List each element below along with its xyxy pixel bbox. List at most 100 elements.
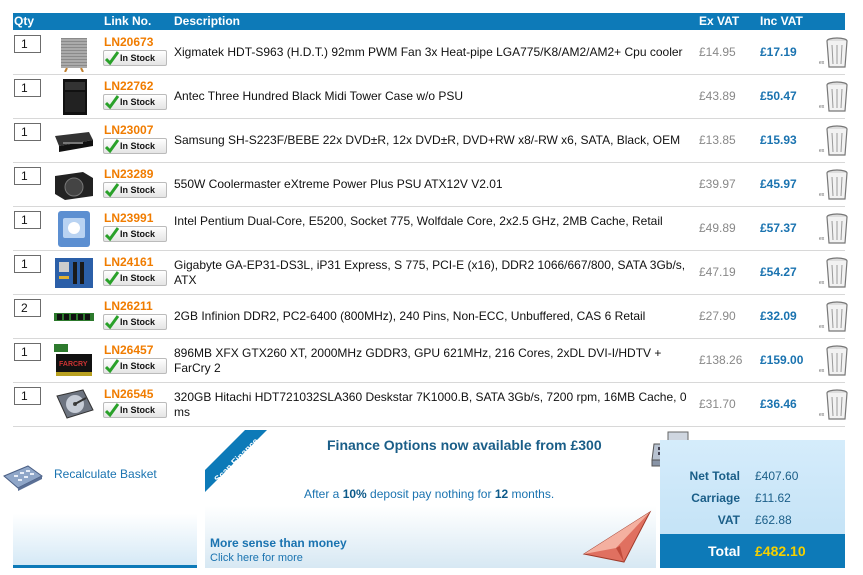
stock-badge: In Stock xyxy=(103,270,167,286)
stock-label: In Stock xyxy=(120,53,156,63)
dvd-drive-image[interactable] xyxy=(53,122,95,160)
trash-icon[interactable]: ex xyxy=(819,122,849,158)
price-ex-vat: £49.89 xyxy=(699,221,736,235)
product-description: Xigmatek HDT-S963 (H.D.T.) 92mm PWM Fan … xyxy=(174,45,683,59)
price-ex-vat: £43.89 xyxy=(699,89,736,103)
check-icon xyxy=(105,227,119,242)
product-description: 2GB Infinion DDR2, PC2-6400 (800MHz), 24… xyxy=(174,309,646,323)
product-link[interactable]: LN24161 xyxy=(104,255,153,269)
motherboard-image[interactable] xyxy=(53,254,95,292)
price-ex-vat: £14.95 xyxy=(699,45,736,59)
trash-icon[interactable]: ex xyxy=(819,342,849,378)
money-plane-icon xyxy=(582,510,652,563)
product-link[interactable]: LN23007 xyxy=(104,123,153,137)
stock-label: In Stock xyxy=(120,185,156,195)
price-inc-vat: £32.09 xyxy=(760,309,797,323)
quantity-input[interactable]: 1 xyxy=(14,343,41,361)
check-icon xyxy=(105,51,119,66)
psu-image[interactable] xyxy=(53,166,95,204)
net-total-value: £407.60 xyxy=(755,469,799,483)
scan-finance-ribbon: Scan Finance xyxy=(205,430,267,492)
price-inc-vat: £45.97 xyxy=(760,177,797,191)
product-link[interactable]: LN22762 xyxy=(104,79,153,93)
check-icon xyxy=(105,315,119,330)
price-ex-vat: £31.70 xyxy=(699,397,736,411)
col-link: Link No. xyxy=(104,14,152,28)
finance-click-link[interactable]: Click here for more xyxy=(210,552,303,564)
basket-row: 1 LN23991 In Stock Intel Pentium Dual-Co… xyxy=(13,207,848,251)
price-inc-vat: £17.19 xyxy=(760,45,797,59)
product-description: 896MB XFX GTX260 XT, 2000MHz GDDR3, GPU … xyxy=(174,346,662,375)
stock-badge: In Stock xyxy=(103,182,167,198)
quantity-input[interactable]: 1 xyxy=(14,79,41,97)
hard-drive-image[interactable] xyxy=(53,386,95,424)
check-icon xyxy=(105,183,119,198)
graphics-card-image[interactable]: FARCRY xyxy=(53,342,95,380)
check-icon xyxy=(105,271,119,286)
ram-image[interactable] xyxy=(53,298,95,336)
price-ex-vat: £39.97 xyxy=(699,177,736,191)
quantity-input[interactable]: 2 xyxy=(14,299,41,317)
quantity-input[interactable]: 1 xyxy=(14,35,41,53)
product-description: 320GB Hitachi HDT721032SLA360 Deskstar 7… xyxy=(174,390,687,419)
price-ex-vat: £47.19 xyxy=(699,265,736,279)
finance-title: Finance Options now available from £300 xyxy=(327,437,602,453)
product-link[interactable]: LN20673 xyxy=(104,35,153,49)
quantity-input[interactable]: 1 xyxy=(14,387,41,405)
quantity-input[interactable]: 1 xyxy=(14,167,41,185)
product-description: Samsung SH-S223F/BEBE 22x DVD±R, 12x DVD… xyxy=(174,133,681,147)
trash-icon[interactable]: ex xyxy=(819,254,849,290)
svg-text:ex: ex xyxy=(819,104,825,110)
net-total-label: Net Total xyxy=(689,469,740,483)
product-link[interactable]: LN23289 xyxy=(104,167,153,181)
price-inc-vat: £36.46 xyxy=(760,397,797,411)
cpu-box-image[interactable] xyxy=(53,210,95,248)
carriage-value: £11.62 xyxy=(755,491,791,505)
svg-text:ex: ex xyxy=(819,236,825,242)
svg-text:ex: ex xyxy=(819,368,825,374)
recalculate-panel xyxy=(13,430,197,568)
quantity-input[interactable]: 1 xyxy=(14,211,41,229)
svg-text:ex: ex xyxy=(819,412,825,418)
recalculate-basket-link[interactable]: Recalculate Basket xyxy=(54,467,157,481)
basket-row: 1 LN24161 In Stock Gigabyte GA-EP31-DS3L… xyxy=(13,251,848,295)
stock-label: In Stock xyxy=(120,97,156,107)
basket-row: 1 LN22762 In Stock Antec Three Hundred B… xyxy=(13,75,848,119)
price-ex-vat: £13.85 xyxy=(699,133,736,147)
cpu-cooler-image[interactable] xyxy=(53,34,95,72)
basket-row: 1 LN23007 In Stock Samsung SH-S223F/BEBE… xyxy=(13,119,848,163)
trash-icon[interactable]: ex xyxy=(819,210,849,246)
trash-icon[interactable]: ex xyxy=(819,298,849,334)
basket-header: Qty Link No. Description Ex VAT Inc VAT xyxy=(13,13,845,30)
calculator-icon[interactable] xyxy=(2,460,44,492)
stock-badge: In Stock xyxy=(103,358,167,374)
trash-icon[interactable]: ex xyxy=(819,386,849,422)
product-description: Intel Pentium Dual-Core, E5200, Socket 7… xyxy=(174,214,663,228)
product-link[interactable]: LN26545 xyxy=(104,387,153,401)
tower-case-image[interactable] xyxy=(53,78,95,116)
trash-icon[interactable]: ex xyxy=(819,78,849,114)
basket-row: 1 LN20673 In Stock Xigmatek HDT-S963 (H.… xyxy=(13,31,848,75)
trash-icon[interactable]: ex xyxy=(819,34,849,70)
product-link[interactable]: LN26211 xyxy=(104,299,153,313)
totals-panel: Net Total £407.60 Carriage £11.62 VAT £6… xyxy=(660,440,845,568)
svg-text:FARCRY: FARCRY xyxy=(59,361,88,368)
product-link[interactable]: LN26457 xyxy=(104,343,153,357)
col-description: Description xyxy=(174,14,241,28)
price-inc-vat: £50.47 xyxy=(760,89,797,103)
product-description: 550W Coolermaster eXtreme Power Plus PSU… xyxy=(174,177,503,191)
quantity-input[interactable]: 1 xyxy=(14,255,41,273)
price-inc-vat: £54.27 xyxy=(760,265,797,279)
vat-value: £62.88 xyxy=(755,513,792,527)
stock-label: In Stock xyxy=(120,229,156,239)
stock-label: In Stock xyxy=(120,405,156,415)
svg-text:ex: ex xyxy=(819,324,825,330)
stock-badge: In Stock xyxy=(103,226,167,242)
svg-text:ex: ex xyxy=(819,148,825,154)
product-link[interactable]: LN23991 xyxy=(104,211,153,225)
price-inc-vat: £15.93 xyxy=(760,133,797,147)
stock-label: In Stock xyxy=(120,317,156,327)
trash-icon[interactable]: ex xyxy=(819,166,849,202)
finance-text: After a 10% deposit pay nothing for 12 m… xyxy=(304,487,555,501)
quantity-input[interactable]: 1 xyxy=(14,123,41,141)
